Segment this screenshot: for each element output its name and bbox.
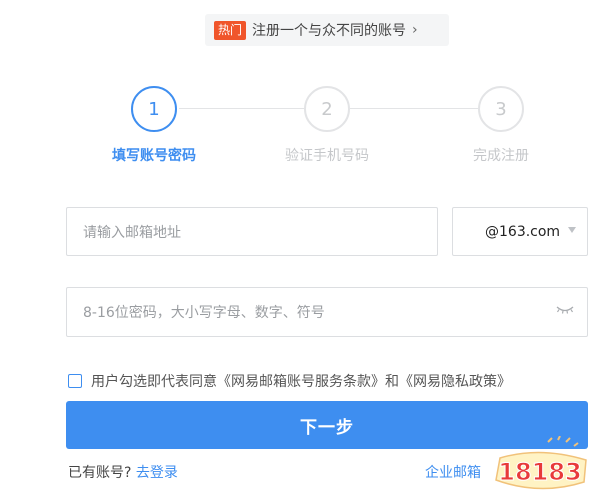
email-placeholder: 请输入邮箱地址 (83, 224, 181, 241)
step-1: 1 填写账号密码 (84, 86, 224, 165)
step-number: 3 (478, 86, 524, 132)
domain-value: @163.com (485, 223, 561, 240)
login-link[interactable]: 去登录 (136, 465, 178, 481)
step-3: 3 完成注册 (431, 86, 571, 165)
password-input[interactable]: 8-16位密码，大小写字母、数字、符号 (66, 287, 588, 337)
agreement-row: 用户勾选即代表同意《网易邮箱账号服务条款》和《网易隐私政策》 (68, 371, 511, 391)
site-logo-watermark: 18183 (495, 436, 587, 490)
enterprise-mail-link[interactable]: 企业邮箱 (425, 462, 481, 482)
chevron-right-icon: › (412, 22, 418, 38)
step-number: 1 (131, 86, 177, 132)
promo-text: 注册一个与众不同的账号 (252, 23, 407, 39)
step-2: 2 验证手机号码 (257, 86, 397, 165)
progress-steps: 1 填写账号密码 2 验证手机号码 3 完成注册 (0, 86, 600, 176)
login-prompt: 已有账号? 去登录 (68, 462, 178, 482)
caret-down-icon (568, 227, 576, 233)
agreement-checkbox[interactable] (68, 374, 82, 388)
domain-select[interactable]: @163.com (452, 207, 588, 256)
step-label: 完成注册 (473, 148, 529, 164)
email-input[interactable]: 请输入邮箱地址 (66, 207, 438, 256)
eye-closed-icon[interactable] (555, 305, 575, 315)
have-account-text: 已有账号? (68, 465, 132, 481)
hot-badge: 热门 (214, 20, 247, 40)
password-placeholder: 8-16位密码，大小写字母、数字、符号 (83, 305, 325, 321)
step-number: 2 (304, 86, 350, 132)
agreement-text[interactable]: 用户勾选即代表同意《网易邮箱账号服务条款》和《网易隐私政策》 (91, 371, 511, 391)
promo-banner[interactable]: 热门 注册一个与众不同的账号 › (205, 14, 449, 46)
enterprise-link-text[interactable]: 企业邮箱 (425, 465, 481, 481)
watermark-text: 18183 (498, 458, 582, 486)
step-label: 填写账号密码 (112, 148, 196, 164)
step-label: 验证手机号码 (285, 148, 369, 164)
